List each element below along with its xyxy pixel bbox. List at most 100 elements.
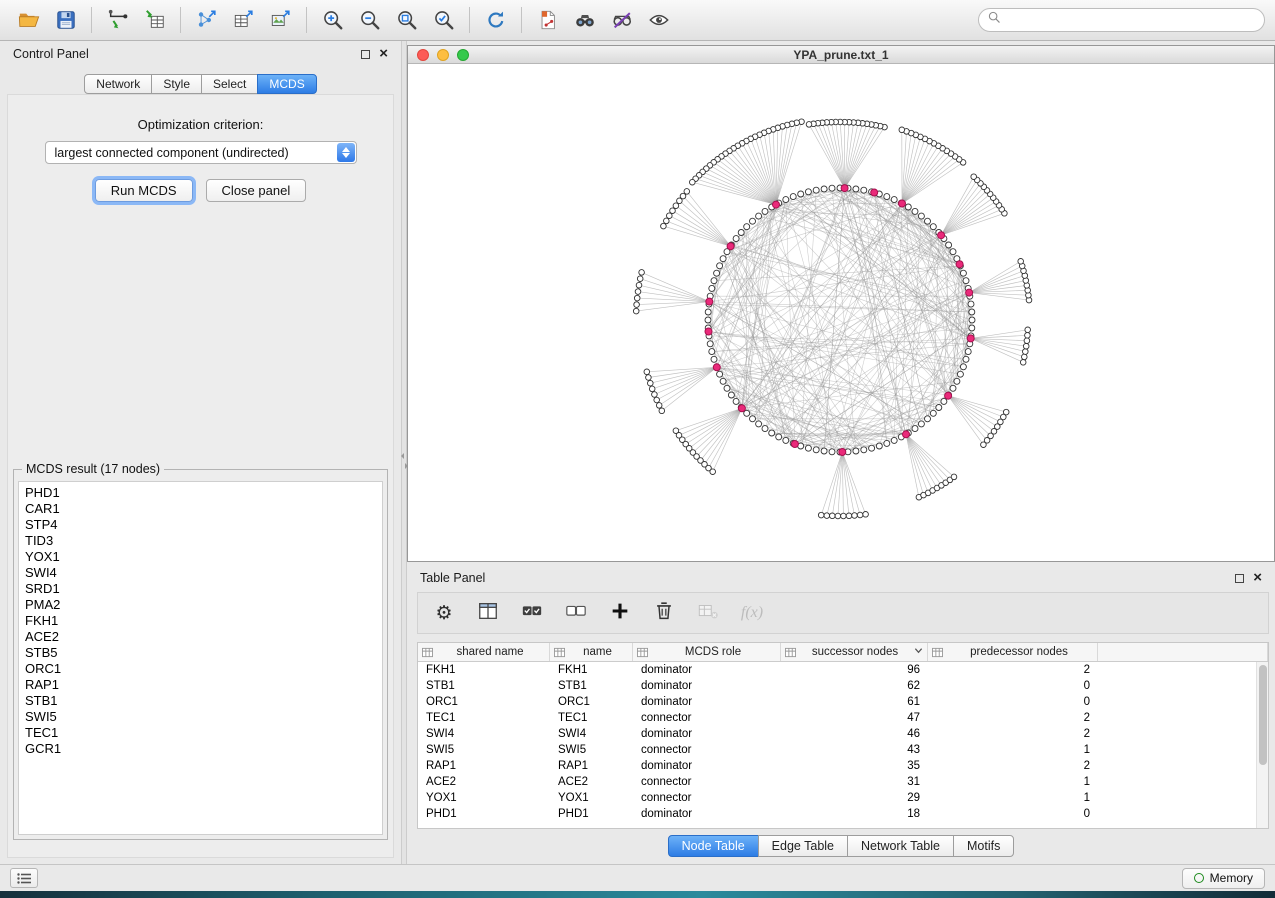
dominator-node[interactable] <box>773 201 780 208</box>
network-node[interactable] <box>876 443 882 449</box>
network-node[interactable] <box>912 208 918 214</box>
network-node[interactable] <box>709 285 715 291</box>
network-node[interactable] <box>652 392 658 398</box>
network-node[interactable] <box>936 405 942 411</box>
network-node[interactable] <box>806 122 812 128</box>
network-node[interactable] <box>960 270 966 276</box>
table-row[interactable]: STB1STB1dominator620 <box>418 678 1256 694</box>
network-node[interactable] <box>664 218 670 224</box>
network-node[interactable] <box>829 185 835 191</box>
network-node[interactable] <box>1003 409 1009 415</box>
deselect-all-rows-button[interactable] <box>564 601 588 625</box>
network-node[interactable] <box>728 392 734 398</box>
network-node[interactable] <box>634 295 640 301</box>
network-node[interactable] <box>891 197 897 203</box>
network-node[interactable] <box>744 224 750 230</box>
mcds-result-item[interactable]: GCR1 <box>25 741 376 757</box>
network-node[interactable] <box>783 197 789 203</box>
network-node[interactable] <box>835 513 841 519</box>
dominator-node[interactable] <box>899 200 906 207</box>
mcds-result-list[interactable]: PHD1CAR1STP4TID3YOX1SWI4SRD1PMA2FKH1ACE2… <box>18 481 383 835</box>
network-node[interactable] <box>654 397 660 403</box>
network-node[interactable] <box>969 309 975 315</box>
network-node[interactable] <box>783 437 789 443</box>
export-network-button[interactable] <box>188 4 225 36</box>
network-node[interactable] <box>637 276 643 282</box>
network-node[interactable] <box>756 213 762 219</box>
network-node[interactable] <box>957 371 963 377</box>
network-node[interactable] <box>667 213 673 219</box>
import-table-from-file-button[interactable] <box>136 4 173 36</box>
network-node[interactable] <box>762 208 768 214</box>
network-node[interactable] <box>762 426 768 432</box>
column-header-name[interactable]: name <box>550 643 633 661</box>
network-node[interactable] <box>925 416 931 422</box>
save-session-button[interactable] <box>47 4 84 36</box>
network-node[interactable] <box>930 224 936 230</box>
search-input[interactable] <box>1007 13 1256 27</box>
network-node[interactable] <box>733 236 739 242</box>
dominator-node[interactable] <box>705 328 712 335</box>
close-window-button[interactable] <box>417 49 429 61</box>
network-node[interactable] <box>813 187 819 193</box>
mcds-result-item[interactable]: SWI4 <box>25 565 376 581</box>
network-node[interactable] <box>684 189 690 195</box>
network-node[interactable] <box>918 213 924 219</box>
mcds-result-item[interactable]: SRD1 <box>25 581 376 597</box>
refresh-view-button[interactable] <box>477 4 514 36</box>
close-panel-button[interactable]: Close panel <box>206 179 307 202</box>
network-node[interactable] <box>965 349 971 355</box>
tab-node-table[interactable]: Node Table <box>668 835 759 857</box>
table-row[interactable]: RAP1RAP1dominator352 <box>418 758 1256 774</box>
close-panel-icon[interactable]: × <box>379 49 388 59</box>
network-node[interactable] <box>661 223 667 229</box>
network-node[interactable] <box>648 380 654 386</box>
zoom-in-button[interactable] <box>314 4 351 36</box>
network-node[interactable] <box>884 194 890 200</box>
zoom-window-button[interactable] <box>457 49 469 61</box>
network-node[interactable] <box>1024 338 1030 344</box>
network-node[interactable] <box>720 378 726 384</box>
column-header-predecessor-nodes[interactable]: predecessor nodes <box>928 643 1098 661</box>
float-window-icon[interactable] <box>361 50 370 59</box>
dominator-node[interactable] <box>713 364 720 371</box>
table-scrollbar[interactable] <box>1256 662 1268 828</box>
table-row[interactable]: TEC1TEC1connector472 <box>418 710 1256 726</box>
network-node[interactable] <box>705 309 711 315</box>
mcds-result-item[interactable]: STB5 <box>25 645 376 661</box>
network-node[interactable] <box>950 385 956 391</box>
mcds-result-item[interactable]: PHD1 <box>25 485 376 501</box>
network-node[interactable] <box>690 179 696 185</box>
dominator-node[interactable] <box>871 189 878 196</box>
network-node[interactable] <box>846 513 852 519</box>
export-table-button[interactable] <box>225 4 262 36</box>
dominator-node[interactable] <box>738 405 745 412</box>
network-node[interactable] <box>853 186 859 192</box>
tab-motifs[interactable]: Motifs <box>953 835 1014 857</box>
network-graph[interactable] <box>408 64 1274 561</box>
tab-mcds[interactable]: MCDS <box>257 74 316 94</box>
show-hide-columns-button[interactable] <box>476 601 500 625</box>
network-node[interactable] <box>821 448 827 454</box>
network-node[interactable] <box>633 308 639 314</box>
create-column-button[interactable] <box>608 601 632 625</box>
mcds-result-item[interactable]: FKH1 <box>25 613 376 629</box>
mcds-result-item[interactable]: ORC1 <box>25 661 376 677</box>
dominator-node[interactable] <box>967 335 974 342</box>
network-node[interactable] <box>884 440 890 446</box>
mcds-result-item[interactable]: SWI5 <box>25 709 376 725</box>
import-network-from-file-button[interactable] <box>99 4 136 36</box>
table-scrollbar-thumb[interactable] <box>1259 665 1267 765</box>
dominator-node[interactable] <box>903 431 910 438</box>
network-node[interactable] <box>1025 327 1031 333</box>
network-node[interactable] <box>841 513 847 519</box>
close-table-panel-icon[interactable]: × <box>1253 573 1262 583</box>
network-node[interactable] <box>714 270 720 276</box>
network-node[interactable] <box>830 513 836 519</box>
network-node[interactable] <box>705 317 711 323</box>
dominator-node[interactable] <box>938 232 945 239</box>
criterion-dropdown[interactable]: largest connected component (undirected) <box>45 141 357 164</box>
column-header-shared-name[interactable]: shared name <box>418 643 550 661</box>
network-node[interactable] <box>636 282 642 288</box>
network-node[interactable] <box>717 263 723 269</box>
